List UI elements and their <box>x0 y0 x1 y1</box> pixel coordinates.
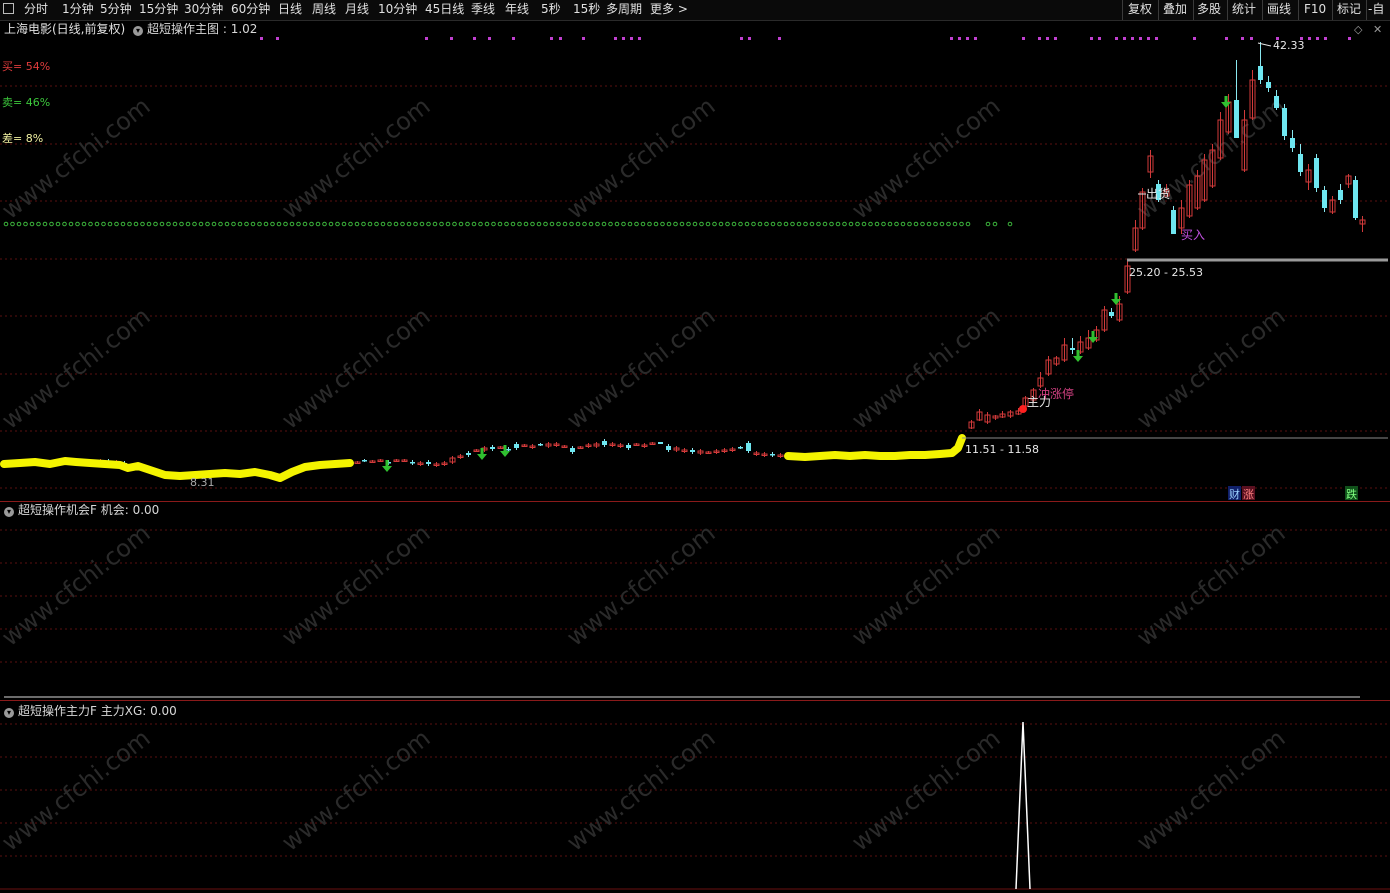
tab-5sec[interactable]: 5秒 <box>541 0 561 19</box>
tab-15sec[interactable]: 15秒 <box>573 0 600 19</box>
tab-10min[interactable]: 10分钟 <box>378 0 417 19</box>
main-chart-panel[interactable]: 上海电影(日线,前复权) ▾ 超短操作主图 : 1.02 ◇ ✕ 买= 54% 卖… <box>0 20 1390 501</box>
tab-30min[interactable]: 30分钟 <box>184 0 223 19</box>
diff-percent-label: 差= 8% <box>2 132 44 145</box>
indicator-menu-icon-2[interactable]: ▾ <box>4 507 14 517</box>
close-panel-icon[interactable]: ✕ <box>1373 23 1382 36</box>
main-force-indicator-panel[interactable]: ▾ 超短操作主力F 主力XG: 0.00 <box>0 702 1390 893</box>
panel-divider-2[interactable] <box>0 700 1390 701</box>
tab-5min[interactable]: 5分钟 <box>100 0 132 19</box>
tab-yearly[interactable]: 年线 <box>505 0 529 19</box>
opportunity-indicator-panel[interactable]: ▾ 超短操作机会F 机会: 0.00 <box>0 502 1390 700</box>
statistics-button[interactable]: 统计 <box>1232 0 1256 19</box>
sell-percent-label: 卖= 46% <box>2 96 51 109</box>
f10-button[interactable]: F10 <box>1304 0 1326 19</box>
opportunity-indicator-title: 超短操作机会F 机会: 0.00 <box>18 503 160 517</box>
chart-app: 分时 1分钟 5分钟 15分钟 30分钟 60分钟 日线 周线 月线 10分钟 … <box>0 0 1390 893</box>
auto-button[interactable]: -自 <box>1368 0 1384 19</box>
overlay-button[interactable]: 叠加 <box>1163 0 1187 19</box>
main-force-panel-header: ▾ 超短操作主力F 主力XG: 0.00 <box>4 703 177 719</box>
restore-rights-button[interactable]: 复权 <box>1128 0 1152 19</box>
stock-title: 上海电影(日线,前复权) <box>4 22 126 36</box>
mark-button[interactable]: 标记 <box>1337 0 1361 19</box>
indicator-menu-icon[interactable]: ▾ <box>133 26 144 36</box>
tab-quarterly[interactable]: 季线 <box>471 0 495 19</box>
tab-minute-line[interactable]: 分时 <box>24 0 48 19</box>
opportunity-panel-header: ▾ 超短操作机会F 机会: 0.00 <box>4 502 159 518</box>
window-menu-icon[interactable] <box>3 3 14 14</box>
indicator-title: 超短操作主图 : 1.02 <box>147 22 258 36</box>
tab-monthly[interactable]: 月线 <box>345 0 369 19</box>
period-toolbar: 分时 1分钟 5分钟 15分钟 30分钟 60分钟 日线 周线 月线 10分钟 … <box>0 0 1390 21</box>
main-panel-header: 上海电影(日线,前复权) ▾ 超短操作主图 : 1.02 <box>4 21 257 37</box>
tab-weekly[interactable]: 周线 <box>312 0 336 19</box>
buy-percent-label: 买= 54% <box>2 60 51 73</box>
tab-15min[interactable]: 15分钟 <box>139 0 178 19</box>
tab-60min[interactable]: 60分钟 <box>231 0 270 19</box>
tab-more[interactable]: 更多 > <box>650 0 688 19</box>
main-force-indicator-title: 超短操作主力F 主力XG: 0.00 <box>18 704 177 718</box>
tab-45day[interactable]: 45日线 <box>425 0 464 19</box>
tab-multi-period[interactable]: 多周期 <box>606 0 642 19</box>
tab-1min[interactable]: 1分钟 <box>62 0 94 19</box>
diamond-icon[interactable]: ◇ <box>1354 23 1362 36</box>
tab-daily[interactable]: 日线 <box>278 0 302 19</box>
multi-stock-button[interactable]: 多股 <box>1197 0 1221 19</box>
indicator-menu-icon-3[interactable]: ▾ <box>4 708 14 718</box>
draw-line-button[interactable]: 画线 <box>1267 0 1291 19</box>
